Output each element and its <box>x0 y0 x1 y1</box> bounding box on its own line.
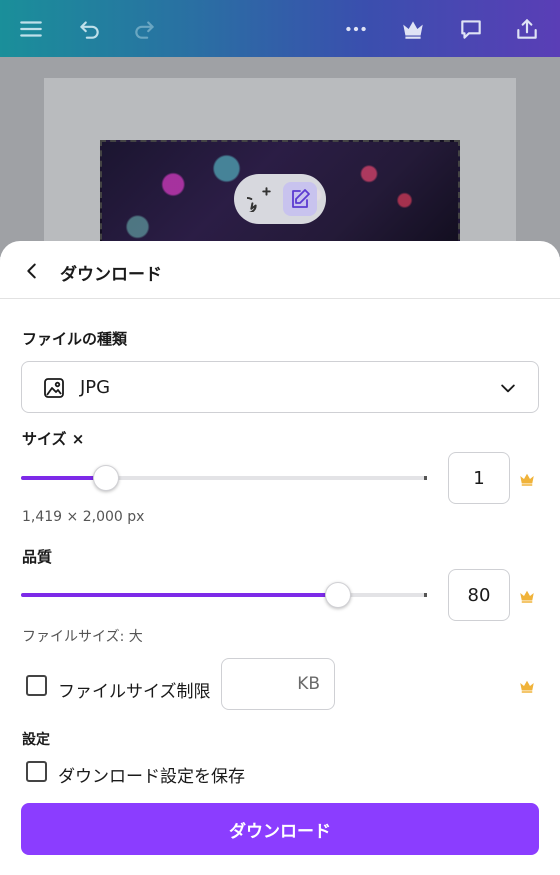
size-label: サイズ × <box>22 430 85 448</box>
file-size-text: ファイルサイズ: 大 <box>22 629 143 645</box>
size-input[interactable]: 1 <box>448 452 510 504</box>
back-icon[interactable] <box>18 257 46 285</box>
comment-icon[interactable] <box>452 10 490 48</box>
top-toolbar <box>0 0 560 57</box>
file-size-limit-input[interactable]: KB <box>221 658 335 710</box>
quality-slider-fill <box>21 593 338 597</box>
quality-slider-thumb[interactable] <box>325 582 351 608</box>
save-settings-label: ダウンロード設定を保存 <box>58 767 245 787</box>
dimensions-text: 1,419 × 2,000 px <box>22 509 145 525</box>
share-icon[interactable] <box>508 10 546 48</box>
kb-unit: KB <box>297 674 320 694</box>
sheet-title: ダウンロード <box>60 265 162 285</box>
file-type-value: JPG <box>80 377 111 398</box>
crown-icon[interactable] <box>394 10 432 48</box>
undo-icon[interactable] <box>70 10 108 48</box>
save-settings-checkbox[interactable] <box>26 761 47 782</box>
download-button[interactable]: ダウンロード <box>21 803 539 855</box>
file-type-select[interactable]: JPG <box>21 361 539 413</box>
quality-label: 品質 <box>22 548 53 566</box>
quality-slider[interactable] <box>21 580 427 610</box>
size-slider-end <box>424 476 427 480</box>
crown-icon <box>518 470 536 488</box>
edit-icon[interactable] <box>283 182 317 216</box>
chevron-down-icon <box>498 378 518 398</box>
redo-icon[interactable] <box>126 10 164 48</box>
image-icon <box>42 376 66 400</box>
crown-icon <box>518 587 536 605</box>
crown-icon <box>518 677 536 695</box>
size-slider-thumb[interactable] <box>93 465 119 491</box>
file-size-limit-checkbox[interactable] <box>26 675 47 696</box>
add-comment-icon[interactable] <box>243 182 277 216</box>
quality-input[interactable]: 80 <box>448 569 510 621</box>
floating-toolbar <box>234 174 326 224</box>
more-icon[interactable] <box>337 10 375 48</box>
file-type-label: ファイルの種類 <box>22 330 128 348</box>
settings-label: 設定 <box>22 732 50 748</box>
sheet-header: ダウンロード <box>0 241 560 299</box>
quality-slider-end <box>424 593 427 597</box>
size-slider[interactable] <box>21 463 427 493</box>
file-size-limit-label: ファイルサイズ制限 <box>58 682 211 702</box>
menu-icon[interactable] <box>12 10 50 48</box>
download-sheet: ダウンロード ファイルの種類 JPG サイズ × 1 1,419 × 2,000… <box>0 241 560 875</box>
